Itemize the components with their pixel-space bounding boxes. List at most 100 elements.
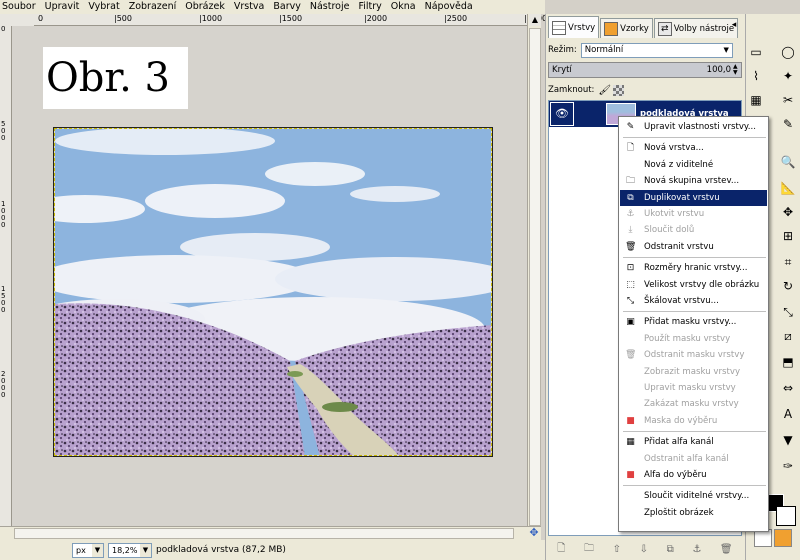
unit-select[interactable]: px ▼ [72, 542, 104, 558]
paths-icon[interactable]: ✎ [780, 116, 796, 132]
context-menu-item: Odstranit alfa kanál [620, 451, 767, 467]
unit-value: px [76, 545, 86, 555]
move-icon[interactable]: ✥ [780, 204, 796, 220]
vertical-scroll-thumb[interactable] [529, 28, 541, 526]
new-layer-icon[interactable]: 🗋 [557, 541, 565, 558]
anchor-icon: ⚓ [626, 209, 635, 219]
tab-patterns[interactable]: Vzorky [600, 18, 653, 38]
checkerboard-icon[interactable] [613, 84, 625, 96]
text-icon[interactable]: A [780, 406, 796, 422]
context-menu-item[interactable]: Nová z viditelné [620, 157, 767, 173]
trash-icon[interactable]: 🗑 [720, 544, 733, 555]
ellipse-select-icon[interactable]: ◯ [780, 44, 796, 60]
chevron-down-icon: ▼ [723, 45, 729, 54]
context-menu-item[interactable]: ⊡ Rozměry hranic vrstvy... [620, 260, 767, 276]
duplicate-icon[interactable]: ⧉ [667, 544, 674, 555]
context-menu-label: Odstranit masku vrstvy [644, 350, 745, 361]
context-menu-item[interactable]: ▦ Přidat alfa kanál [620, 434, 767, 450]
color-select-icon[interactable]: ▦ [748, 92, 764, 108]
free-select-icon[interactable]: ⌇ [748, 68, 764, 84]
folder-icon[interactable]: 🗀 [584, 541, 594, 558]
menu-item[interactable]: Soubor [2, 0, 36, 14]
horizontal-scroll-thumb[interactable] [14, 528, 514, 539]
context-menu-item: Použít masku vrstvy [620, 331, 767, 347]
menu-item[interactable]: Okna [391, 0, 416, 14]
dock-menu-icon[interactable]: ◂ [727, 20, 741, 34]
pattern-preview-icon[interactable] [774, 529, 792, 547]
spin-arrows-icon[interactable]: ▲ ▼ [733, 64, 740, 76]
crop-icon[interactable]: ⌗ [780, 254, 796, 270]
toolbox-bottom-swatches [754, 529, 796, 559]
menu-item[interactable]: Nápověda [425, 0, 473, 14]
context-menu-label: Použít masku vrstvy [644, 333, 731, 344]
context-menu-item[interactable]: 🗋 Nová vrstva... [620, 140, 767, 156]
scroll-up-icon[interactable]: ▲ [529, 14, 541, 26]
context-menu-item[interactable]: ⤡ Škálovat vrstvu... [620, 293, 767, 309]
context-menu-item[interactable]: 🗑 Odstranit vrstvu [620, 239, 767, 255]
zoom-select[interactable]: 18,2% ▼ [108, 542, 152, 558]
flip-icon[interactable]: ⇔ [780, 380, 796, 396]
image-canvas[interactable] [53, 127, 493, 457]
scale-icon[interactable]: ⤡ [780, 304, 796, 320]
menu-item[interactable]: Nástroje [310, 0, 350, 14]
menu-item[interactable]: Filtry [358, 0, 381, 14]
ruler-tick-label: 1000 [1, 200, 6, 229]
bucket-fill-icon[interactable]: ▼ [780, 432, 796, 448]
zoom-value: 18,2% [112, 545, 138, 555]
tab-layers[interactable]: Vrstvy [548, 16, 600, 38]
menu-item[interactable]: Barvy [273, 0, 301, 14]
trash-icon: 🗑 [625, 350, 637, 361]
context-menu-label: Sloučit dolů [644, 225, 695, 236]
menu-item[interactable]: Vybrat [88, 0, 119, 14]
context-menu-item[interactable]: Sloučit viditelné vrstvy... [620, 488, 767, 504]
context-menu-item: Zakázat masku vrstvy [620, 396, 767, 412]
measure-icon[interactable]: 📐 [780, 180, 796, 196]
navigate-icon[interactable]: ✥ [527, 526, 541, 540]
mask-select-icon: ■ [626, 415, 635, 426]
align-icon[interactable]: ⊞ [780, 228, 796, 244]
scissors-icon[interactable]: ✂ [780, 92, 796, 108]
menu-item[interactable]: Zobrazení [129, 0, 177, 14]
context-menu-label: Maska do výběru [644, 415, 718, 426]
mode-select[interactable]: Normální ▼ [580, 42, 733, 58]
rect-select-icon[interactable]: ▭ [748, 44, 764, 60]
menu-item[interactable]: Obrázek [185, 0, 225, 14]
tab-tool-options[interactable]: ⇄ Volby nástroje [653, 18, 739, 38]
context-menu-label: Škálovat vrstvu... [644, 296, 719, 306]
context-menu-item[interactable]: ▣ Přidat masku vrstvy... [620, 314, 767, 330]
perspective-icon[interactable]: ⬒ [780, 354, 796, 370]
menu-item[interactable]: Vrstva [234, 0, 265, 14]
lower-icon[interactable]: ⇩ [640, 544, 648, 555]
fuzzy-select-icon[interactable]: ✦ [780, 68, 796, 84]
raise-icon[interactable]: ⇧ [613, 544, 621, 555]
ink-icon[interactable]: ✑ [780, 458, 796, 474]
paintbrush-icon[interactable]: 🖌 [598, 85, 611, 96]
context-menu-item: ⚓ Ukotvit vrstvu [620, 206, 767, 222]
context-menu-item[interactable]: ⧉ Duplikovat vrstvu [620, 189, 767, 206]
opacity-slider[interactable]: Krytí 100,0 ▲ ▼ [548, 62, 742, 78]
vertical-scrollbar[interactable]: ▲ [527, 14, 541, 526]
context-menu-item[interactable]: 🗀 Nová skupina vrstev... [620, 173, 767, 189]
context-menu-label: Nová vrstva... [644, 143, 704, 154]
rotate-icon[interactable]: ↻ [780, 278, 796, 294]
horizontal-scrollbar[interactable] [0, 526, 541, 540]
context-menu-item[interactable]: ⬚ Velikost vrstvy dle obrázku [620, 277, 767, 293]
context-menu-label: Nová z viditelné [644, 159, 714, 170]
resize-icon: ⊡ [626, 263, 635, 274]
context-menu-item[interactable]: ✎ Upravit vlastnosti vrstvy... [620, 119, 767, 135]
alpha-select-icon: ■ [626, 470, 635, 480]
chevron-down-icon: ▼ [92, 543, 103, 557]
context-menu-label: Upravit masku vrstvy [644, 383, 736, 393]
opacity-value: 100,0 [706, 65, 731, 75]
background-color-swatch[interactable] [776, 506, 796, 526]
ruler-tick-label: |2500 [444, 14, 468, 23]
context-menu-item[interactable]: ■ Alfa do výběru [620, 467, 767, 483]
new-layer-icon: 🗋 [626, 143, 635, 154]
eye-icon[interactable]: 👁 [550, 102, 574, 126]
shear-icon[interactable]: ⧄ [780, 328, 796, 344]
menu-item[interactable]: Upravit [45, 0, 80, 14]
anchor-icon[interactable]: ⚓ [692, 544, 701, 555]
ruler-corner [0, 14, 34, 26]
context-menu-item[interactable]: Zploštit obrázek [620, 505, 767, 521]
zoom-icon[interactable]: 🔍 [780, 154, 796, 170]
